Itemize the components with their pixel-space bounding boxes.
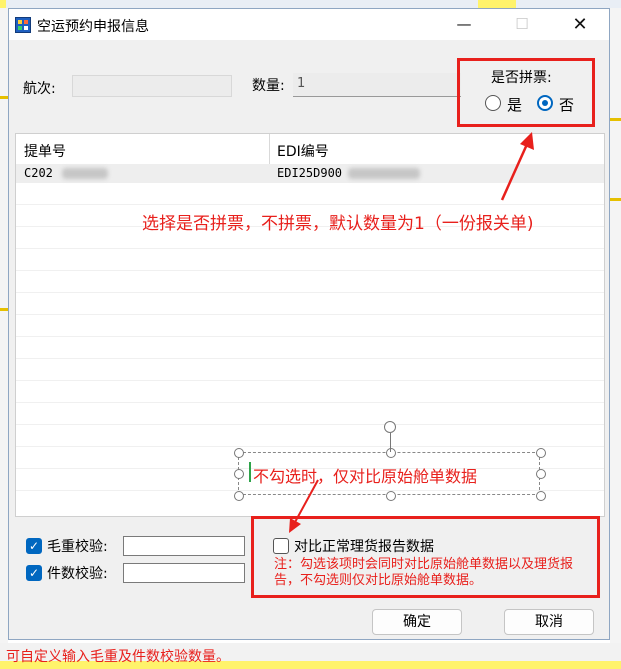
voyage-input[interactable] [72,75,232,97]
quantity-input[interactable]: 1 [293,73,461,97]
split-ticket-note: 选择是否拼票，不拼票，默认数量为1（一份报关单) [142,214,534,234]
app-icon [15,17,31,33]
custom-input-note: 可自定义输入毛重及件数校验数量。 [6,649,230,665]
title-bar: 空运预约申报信息 — ☐ ✕ [9,9,609,40]
column-header-bill-no[interactable]: 提单号 [24,141,66,161]
background-app-strip [0,0,621,8]
background-app-left [0,8,8,643]
split-ticket-highlight [457,58,595,127]
piece-count-input[interactable] [123,563,245,583]
piece-count-checkbox[interactable]: ✓ [26,565,42,581]
close-button[interactable]: ✕ [551,9,609,40]
cell-bill-no: C202 [24,166,53,180]
gross-weight-label: 毛重校验: [47,539,108,555]
compare-tally-note: 注：勾选该项时会同时对比原始舱单数据以及理货报告，不勾选则仅对比原始舱单数据。 [274,557,574,588]
gross-weight-input[interactable] [123,536,245,556]
blurred-value [348,168,420,179]
background-app-right [610,8,621,643]
piece-count-label: 件数校验: [47,566,108,582]
maximize-button[interactable]: ☐ [493,9,551,40]
gross-weight-checkbox[interactable]: ✓ [26,538,42,554]
cancel-button[interactable]: 取消 [504,609,594,635]
blurred-value [62,168,108,179]
quantity-label: 数量: [252,78,285,94]
annotation-arrow-icon [500,132,534,201]
text-caret [249,462,251,482]
minimize-button[interactable]: — [435,9,493,40]
column-header-edi-no[interactable]: EDI编号 [277,141,329,161]
voyage-label: 航次: [23,81,56,97]
window-title: 空运预约申报信息 [37,19,149,35]
rotate-handle [384,421,396,433]
cell-edi-no: EDI25D900 [277,166,343,180]
ok-button[interactable]: 确定 [372,609,462,635]
